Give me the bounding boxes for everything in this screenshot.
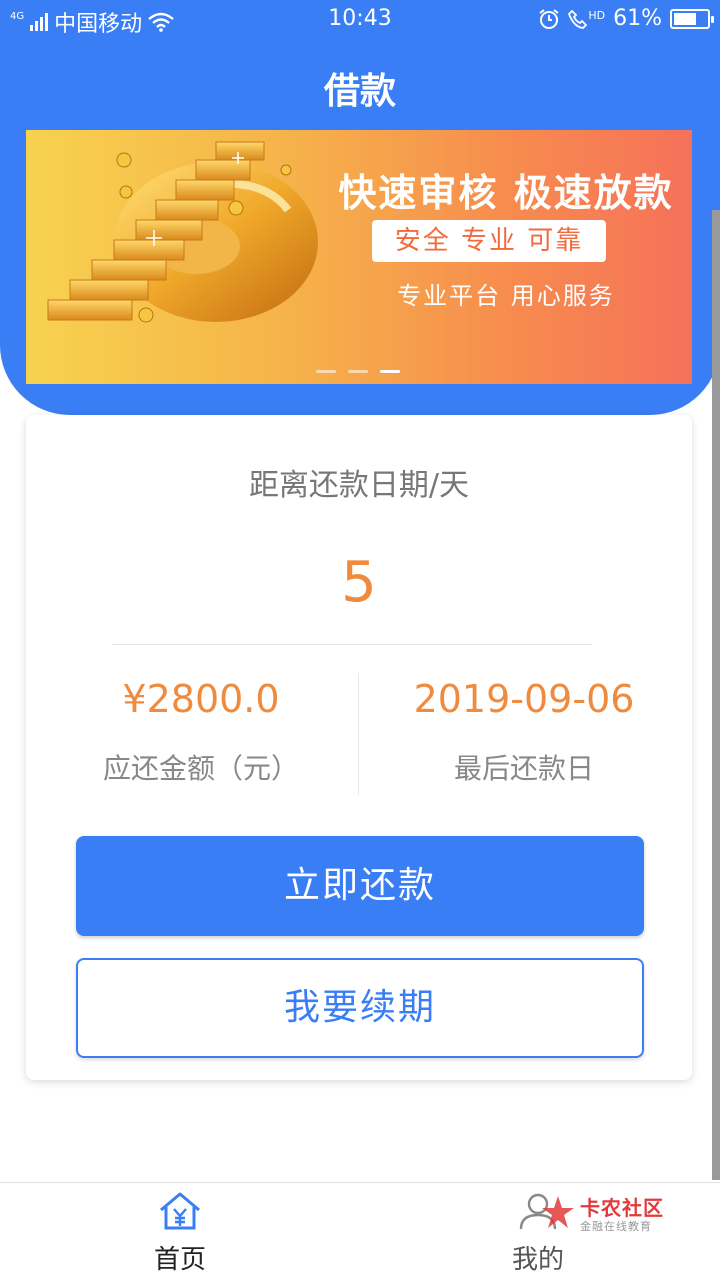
due-date-value: 2019-09-06 xyxy=(413,677,635,721)
watermark-subtitle: 金融在线教育 xyxy=(580,1220,652,1233)
tab-home-label: 首页 xyxy=(153,1245,206,1275)
gold-dollar-stairs-illustration xyxy=(47,141,318,323)
page-title: 借款 xyxy=(323,71,396,112)
watermark-logo-icon xyxy=(542,1196,574,1228)
repay-now-button[interactable]: 立即还款 xyxy=(76,836,644,936)
amount-due-value: ¥2800.0 xyxy=(122,677,280,721)
renew-loan-button[interactable]: 我要续期 xyxy=(76,958,644,1058)
carousel-indicator[interactable] xyxy=(316,370,400,373)
watermark: 卡农社区 金融在线教育 xyxy=(540,1190,710,1240)
promo-banner[interactable]: 快速审核 极速放款 安全 专业 可靠 专业平台 用心服务 xyxy=(26,130,692,384)
divider xyxy=(358,673,359,795)
days-remaining-label: 距离还款日期/天 xyxy=(248,468,470,503)
amount-due-section: ¥2800.0 应还金额（元） xyxy=(46,677,356,787)
tab-mine-label: 我的 xyxy=(511,1245,564,1275)
tab-home[interactable]: 首页 xyxy=(120,1191,240,1276)
divider xyxy=(112,644,592,645)
carousel-dot-active[interactable] xyxy=(380,370,400,373)
status-right: HD 61% xyxy=(538,6,714,31)
days-remaining-value: 5 xyxy=(341,550,377,615)
banner-subline: 专业平台 用心服务 xyxy=(397,282,615,310)
battery-icon xyxy=(670,8,714,29)
battery-percent: 61% xyxy=(613,6,662,31)
due-date-label: 最后还款日 xyxy=(453,752,594,785)
banner-headline: 快速审核 极速放款 xyxy=(338,171,674,215)
status-bar: 4G 中国移动 10:43 HD 61% xyxy=(0,0,720,40)
carousel-dot[interactable] xyxy=(316,370,336,373)
due-date-section: 2019-09-06 最后还款日 xyxy=(369,677,679,787)
watermark-title: 卡农社区 xyxy=(580,1196,664,1220)
hd-call-icon: HD xyxy=(568,9,605,29)
alarm-icon xyxy=(539,8,559,29)
banner-tagline-pill: 安全 专业 可靠 xyxy=(372,220,606,262)
hd-label: HD xyxy=(588,8,606,22)
phone-icon xyxy=(568,9,588,29)
carousel-dot[interactable] xyxy=(348,370,368,373)
home-yuan-icon xyxy=(160,1192,200,1230)
amount-due-label: 应还金额（元） xyxy=(102,752,299,785)
repayment-card: 距离还款日期/天 5 ¥2800.0 应还金额（元） 2019-09-06 最后… xyxy=(26,415,692,1080)
scrollbar[interactable] xyxy=(712,210,720,1180)
